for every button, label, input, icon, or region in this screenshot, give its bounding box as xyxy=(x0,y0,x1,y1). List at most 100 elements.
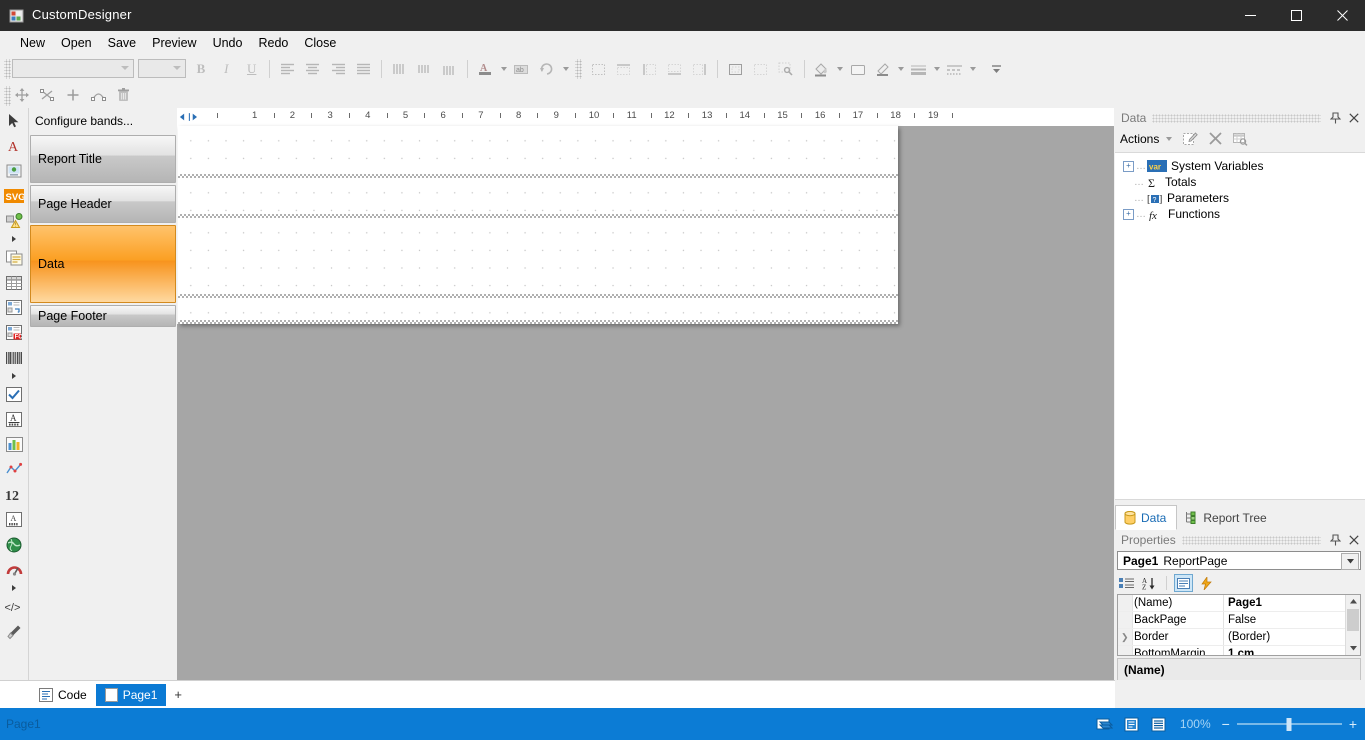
data-tree-node-parameters[interactable]: … [?] Parameters xyxy=(1123,190,1365,206)
border-outline-button[interactable] xyxy=(725,58,747,80)
matrix-object-tool[interactable] xyxy=(0,295,28,320)
border-none-button[interactable] xyxy=(750,58,772,80)
add-point-button[interactable] xyxy=(62,84,84,106)
object-selector-combo[interactable]: Page1 ReportPage xyxy=(1117,551,1361,570)
expand-icon[interactable]: + xyxy=(1123,160,1134,172)
property-row[interactable]: BackPage False xyxy=(1118,612,1346,629)
shape-tool-expander[interactable] xyxy=(0,233,28,245)
expand-icon[interactable]: ❯ xyxy=(1121,633,1129,642)
menu-close[interactable]: Close xyxy=(296,33,344,53)
align-justify-button[interactable] xyxy=(352,58,374,80)
border-all-button[interactable] xyxy=(588,58,610,80)
zoom-slider-thumb[interactable] xyxy=(1286,717,1292,731)
font-size-combo[interactable] xyxy=(138,59,186,78)
html-object-tool[interactable]: </> xyxy=(0,594,28,619)
canvas-band-page-footer[interactable] xyxy=(178,298,898,320)
highlight-button[interactable]: ab xyxy=(510,58,532,80)
canvas-band-report-title[interactable] xyxy=(178,126,898,174)
band-page-header[interactable]: Page Header xyxy=(30,185,176,223)
tab-code[interactable]: Code xyxy=(30,684,96,706)
view-page-button[interactable] xyxy=(1121,714,1142,734)
minimize-button[interactable] xyxy=(1227,0,1273,31)
close-button[interactable] xyxy=(1319,0,1365,31)
select-pointer-tool[interactable] xyxy=(0,108,28,133)
band-report-title[interactable]: Report Title xyxy=(30,135,176,183)
data-tree-node-functions[interactable]: + … fx Functions xyxy=(1123,206,1365,222)
configure-bands-button[interactable]: Configure bands... xyxy=(29,108,177,134)
scrollbar-thumb[interactable] xyxy=(1347,609,1359,631)
property-value[interactable]: (Border) xyxy=(1228,631,1270,643)
delete-button[interactable] xyxy=(112,84,134,106)
pin-icon[interactable] xyxy=(1327,532,1343,548)
fill-color-button[interactable] xyxy=(811,58,833,80)
toolbar-overflow-button[interactable] xyxy=(985,58,1007,80)
property-value[interactable]: 1 cm xyxy=(1228,648,1254,655)
table-object-tool[interactable] xyxy=(0,270,28,295)
canvas-band-data[interactable] xyxy=(178,218,898,294)
border-right-button[interactable] xyxy=(689,58,711,80)
scroll-up-arrow[interactable] xyxy=(1346,595,1360,608)
zoom-out-button[interactable]: − xyxy=(1222,717,1230,731)
line-style-dropdown-icon[interactable] xyxy=(969,67,976,71)
ruler-nav-arrows[interactable] xyxy=(179,110,199,124)
zoom-in-button[interactable]: + xyxy=(1349,717,1357,731)
valign-bottom-button[interactable] xyxy=(439,58,461,80)
property-row[interactable]: (Name) Page1 xyxy=(1118,595,1346,612)
more-format-icon[interactable] xyxy=(562,67,569,71)
gauge-object-tool[interactable] xyxy=(0,557,28,582)
band-data[interactable]: Data xyxy=(30,225,176,303)
property-value[interactable]: False xyxy=(1228,614,1256,626)
menu-open[interactable]: Open xyxy=(53,33,100,53)
actions-menu-button[interactable]: Actions xyxy=(1120,132,1159,146)
cellular-text-object-tool[interactable]: A xyxy=(0,407,28,432)
rich-object-tool[interactable]: FC xyxy=(0,320,28,345)
pin-icon[interactable] xyxy=(1327,110,1343,126)
picture-object-tool[interactable] xyxy=(0,158,28,183)
design-surface[interactable]: 12345678910111213141516171819 1 2 xyxy=(177,108,1114,680)
data-tree-node-totals[interactable]: … Σ Totals xyxy=(1123,174,1365,190)
report-page[interactable] xyxy=(178,126,898,324)
gauge-tool-expander[interactable] xyxy=(0,582,28,594)
horizontal-ruler[interactable]: 1 2 3 4 5 6 7 8 9 10 11 12 13 14 15 16 17 18 19 xyxy=(177,108,1114,127)
data-tree-node-system-variables[interactable]: + … var System Variables xyxy=(1123,158,1365,174)
tab-report-tree[interactable]: Report Tree xyxy=(1177,505,1276,530)
line-style-button[interactable] xyxy=(943,58,965,80)
alphabetical-sort-button[interactable]: AZ xyxy=(1140,574,1159,592)
view-continuous-button[interactable] xyxy=(1148,714,1169,734)
properties-view-button[interactable] xyxy=(1174,574,1193,592)
font-color-button[interactable]: A xyxy=(474,58,496,80)
panel-drag-dots[interactable] xyxy=(1181,535,1321,545)
property-row[interactable]: BottomMargin 1 cm xyxy=(1118,646,1346,655)
panel-drag-dots[interactable] xyxy=(1152,113,1321,123)
toolbar-grip[interactable] xyxy=(4,86,11,106)
property-value[interactable]: Page1 xyxy=(1228,597,1262,609)
valign-middle-button[interactable] xyxy=(413,58,435,80)
line-width-button[interactable] xyxy=(908,58,930,80)
format-painter-tool[interactable] xyxy=(0,619,28,644)
align-left-button[interactable] xyxy=(276,58,298,80)
barcode-object-tool[interactable] xyxy=(0,345,28,370)
view-data-button[interactable] xyxy=(1229,128,1251,150)
maximize-button[interactable] xyxy=(1273,0,1319,31)
italic-button[interactable]: I xyxy=(215,58,237,80)
add-page-button[interactable]: + xyxy=(166,687,190,702)
border-left-button[interactable] xyxy=(638,58,660,80)
underline-button[interactable]: U xyxy=(241,58,263,80)
line-width-dropdown-icon[interactable] xyxy=(934,67,941,71)
undo-format-button[interactable] xyxy=(536,58,558,80)
shape-object-tool[interactable]: ! xyxy=(0,208,28,233)
align-right-button[interactable] xyxy=(327,58,349,80)
edit-points-button[interactable] xyxy=(36,84,58,106)
scroll-down-arrow[interactable] xyxy=(1346,642,1360,655)
delete-datasource-button[interactable] xyxy=(1204,128,1226,150)
valign-top-button[interactable] xyxy=(388,58,410,80)
line-color-button[interactable] xyxy=(872,58,894,80)
zoom-slider[interactable] xyxy=(1236,717,1342,731)
chevron-down-icon[interactable] xyxy=(1341,553,1359,570)
digital-number-object-tool[interactable]: 12 xyxy=(0,482,28,507)
border-bottom-button[interactable] xyxy=(664,58,686,80)
border-top-button[interactable] xyxy=(613,58,635,80)
edit-datasource-button[interactable] xyxy=(1179,128,1201,150)
close-icon[interactable] xyxy=(1346,110,1362,126)
band-page-footer[interactable]: Page Footer xyxy=(30,305,176,327)
